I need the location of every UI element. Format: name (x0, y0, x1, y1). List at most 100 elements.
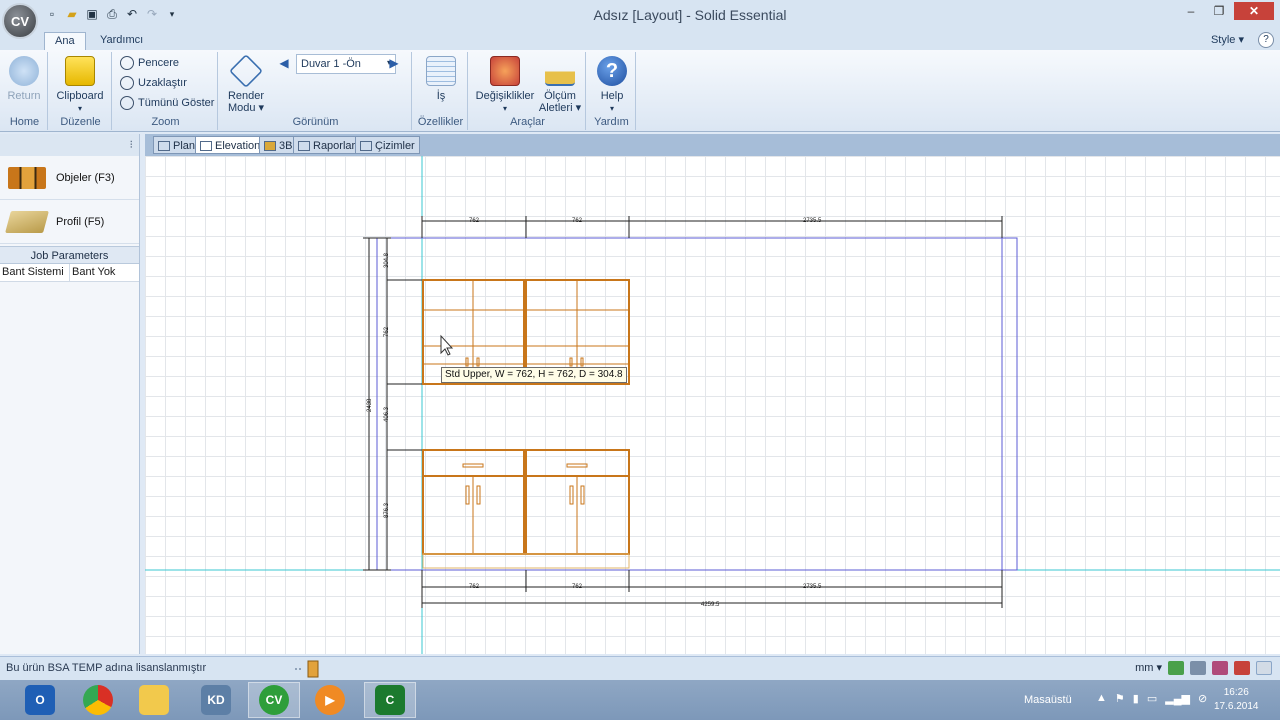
taskbar-cv[interactable]: CV (248, 682, 300, 718)
tray-expand-icon[interactable]: ▲ (1096, 692, 1107, 705)
zoom-all-icon (120, 96, 134, 110)
elevation-icon (200, 141, 212, 151)
ribbon: Return Home Clipboard ▾ Düzenle Pencere U… (0, 50, 1280, 132)
previous-wall-icon[interactable]: ◀ (276, 56, 292, 72)
status-grip-icon[interactable] (292, 660, 328, 678)
return-arrow-icon (9, 56, 39, 86)
clock-date: 17.6.2014 (1214, 701, 1259, 712)
tab-3b[interactable]: 3B (259, 136, 298, 154)
group-view: Render Modu ▾ ◀ Duvar 1 -Ön ▾ ▶ Görünüm (220, 52, 412, 130)
dim-bottom-2: 762 (572, 584, 583, 590)
zoom-window-label: Pencere (138, 57, 179, 69)
ruler-icon (545, 56, 575, 86)
changes-label: Değişiklikler (475, 90, 535, 102)
zoom-out-button[interactable]: Uzaklaştır (120, 74, 187, 92)
layout-icon[interactable] (1212, 661, 1228, 675)
profile-button[interactable]: Profil (F5) (0, 200, 139, 244)
taskbar-cabinet[interactable]: C (364, 682, 416, 718)
next-wall-icon[interactable]: ▶ (386, 56, 402, 72)
help-button[interactable]: ? Help ▾ (588, 56, 636, 115)
media-player-icon: ▶ (315, 685, 345, 715)
drawing-canvas[interactable]: 762 762 2735.5 762 762 2735.5 4259.5 304… (145, 156, 1280, 654)
window-controls: – ❐ ✕ (1178, 2, 1274, 20)
status-bar: Bu ürün BSA TEMP adına lisanslanmıştır m… (0, 656, 1280, 680)
wall-selector[interactable]: Duvar 1 -Ön ▾ (296, 54, 396, 74)
taskbar-chrome[interactable] (72, 682, 124, 718)
network-icon[interactable]: ▂▄▆ (1165, 692, 1190, 705)
units-selector[interactable]: mm ▾ (1135, 661, 1162, 674)
job-label: İş (436, 90, 446, 102)
dim-top-3: 2735.5 (803, 218, 822, 224)
zoom-window-button[interactable]: Pencere (120, 54, 179, 72)
left-panel: ⁝ Objeler (F3) Profil (F5) Job Parameter… (0, 134, 140, 654)
desktop-toolbar-label[interactable]: Masaüstü (1024, 694, 1072, 706)
measure-tools-button[interactable]: Ölçüm Aletleri ▾ (536, 56, 584, 114)
taskbar-remote[interactable]: KD (190, 682, 242, 718)
tab-raporlar[interactable]: Raporlar (293, 136, 361, 154)
tab-ana[interactable]: Ana (44, 32, 86, 50)
taskbar-outlook[interactable]: O (14, 682, 66, 718)
taskbar-media[interactable]: ▶ (304, 682, 356, 718)
dim-top-2: 762 (572, 218, 583, 224)
tab-plan[interactable]: Plan (153, 136, 201, 154)
volume-muted-icon[interactable]: ⊘ (1198, 692, 1207, 705)
snap-icon[interactable] (1168, 661, 1184, 675)
panel-grip-icon[interactable]: ⁝ (0, 134, 139, 156)
group-edit: Clipboard ▾ Düzenle (50, 52, 112, 130)
style-menu[interactable]: Style ▾ (1211, 33, 1244, 46)
window-icon[interactable] (1256, 661, 1272, 675)
dim-top-1: 762 (469, 218, 480, 224)
dim-total: 4259.5 (701, 602, 720, 608)
job-parameter-value[interactable]: Bant Yok (70, 264, 139, 281)
app-logo[interactable]: CV (2, 3, 38, 39)
report-icon (298, 141, 310, 151)
tab-elevation[interactable]: Elevation (195, 136, 266, 154)
group-properties: İş Özellikler (414, 52, 468, 130)
tab-yardimci[interactable]: Yardımcı (90, 32, 153, 50)
folder-icon (139, 685, 169, 715)
window-title: Adsız [Layout] - Solid Essential (593, 7, 787, 23)
group-label-edit: Düzenle (60, 116, 101, 128)
close-icon[interactable]: ✕ (1234, 2, 1274, 20)
zoom-all-button[interactable]: Tümünü Göster (120, 94, 214, 112)
help-label: Help (600, 90, 624, 102)
zoom-all-label: Tümünü Göster (138, 97, 215, 109)
render-mode-button[interactable]: Render Modu ▾ (222, 54, 270, 114)
zoom-out-label: Uzaklaştır (138, 77, 187, 89)
clock[interactable]: 16:26 17.6.2014 (1214, 686, 1259, 714)
dim-bottom-3: 2735.5 (803, 584, 822, 590)
action-center-icon[interactable]: ⚑ (1115, 692, 1125, 705)
clipboard-button[interactable]: Clipboard ▾ (56, 56, 104, 115)
render-mode-label-2: Modu (227, 102, 256, 114)
drawings-icon (360, 141, 372, 151)
maximize-icon[interactable]: ❐ (1206, 2, 1232, 20)
window-switch-icon[interactable]: ▭ (1147, 692, 1157, 705)
clipboard-icon (65, 56, 95, 86)
minimize-icon[interactable]: – (1178, 2, 1204, 20)
status-icons (1168, 661, 1272, 675)
group-zoom: Pencere Uzaklaştır Tümünü Göster Zoom (114, 52, 218, 130)
taskbar-explorer[interactable] (128, 682, 180, 718)
view-tab-strip: Plan Elevation 3B Raporlar Çizimler (145, 134, 1280, 156)
style-menu-label: Style (1210, 34, 1236, 46)
job-parameter-row[interactable]: Bant Sistemi Bant Yok (0, 264, 139, 282)
job-parameters-title: Job Parameters (0, 246, 139, 264)
mouse-cursor-icon (440, 334, 454, 356)
cube-icon (229, 54, 263, 88)
tab-plan-label: Plan (173, 140, 196, 152)
objects-button[interactable]: Objeler (F3) (0, 156, 139, 200)
job-button[interactable]: İş (417, 56, 465, 102)
zoom-window-icon (120, 56, 134, 70)
cube-3d-icon (264, 141, 276, 151)
help-icon[interactable]: ? (1258, 32, 1274, 48)
job-parameter-key: Bant Sistemi (0, 264, 70, 281)
changes-button[interactable]: Değişiklikler ▾ (472, 56, 538, 115)
return-button[interactable]: Return (0, 56, 48, 102)
zoom-out-icon (120, 76, 134, 90)
grid-icon[interactable] (1190, 661, 1206, 675)
group-label-properties: Özellikler (417, 116, 464, 128)
remote-desktop-icon: KD (201, 685, 231, 715)
device-icon[interactable]: ▮ (1133, 692, 1139, 705)
tab-cizimler[interactable]: Çizimler (355, 136, 420, 154)
settings-red-icon[interactable] (1234, 661, 1250, 675)
